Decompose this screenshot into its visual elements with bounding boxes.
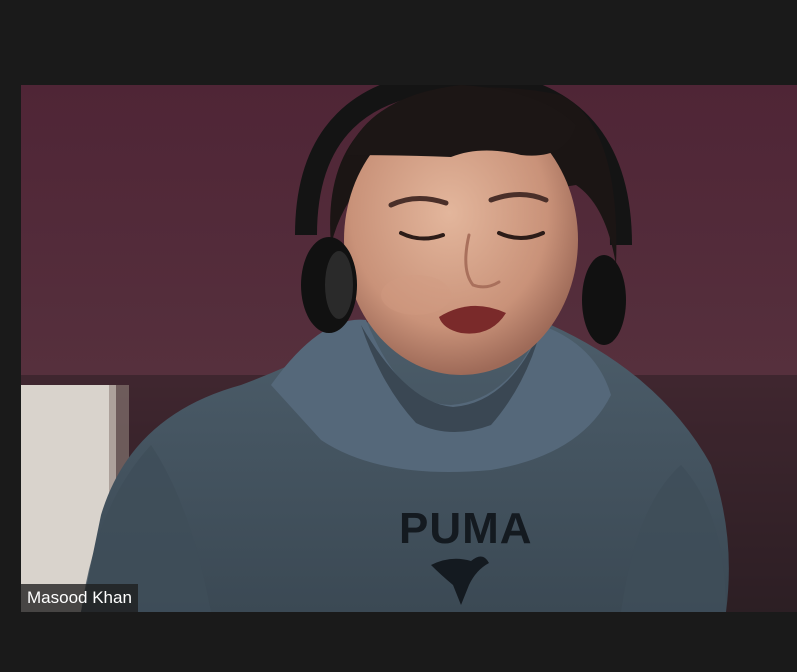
participant-video-tile[interactable]: PUMA [21,85,797,612]
svg-text:PUMA: PUMA [399,504,533,553]
participant-name-label: Masood Khan [21,584,138,612]
participant-video-feed: PUMA [21,85,797,612]
meeting-window: PUMA Masood Khan [0,0,797,672]
